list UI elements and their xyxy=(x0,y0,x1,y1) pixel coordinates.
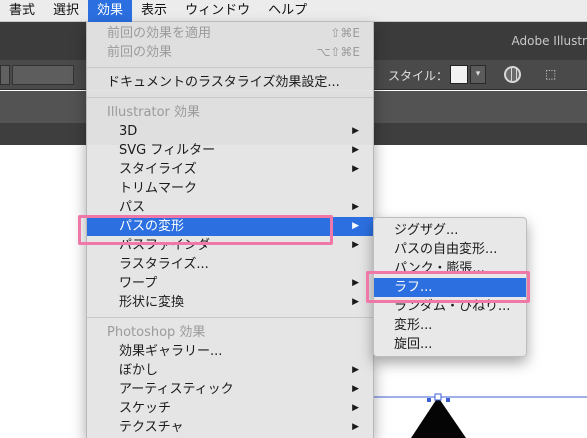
menu-item-warp[interactable]: ワープ ▶ xyxy=(87,274,373,293)
transform-icon[interactable]: ⬚ xyxy=(545,67,556,81)
app-title: Adobe Illustr xyxy=(511,34,587,48)
submenu-arrow-icon: ▶ xyxy=(352,384,359,394)
menu-bar-item-format[interactable]: 書式 xyxy=(0,0,44,22)
submenu-arrow-icon: ▶ xyxy=(352,240,359,250)
submenu-arrow-icon: ▶ xyxy=(352,365,359,375)
menu-item-label: ラスタライズ... xyxy=(119,257,209,272)
submenu-arrow-icon: ▶ xyxy=(352,145,359,155)
shortcut: ⇧⌘E xyxy=(330,26,360,40)
menu-item-crop-marks[interactable]: トリムマーク xyxy=(87,179,373,198)
effect-menu: 前回の効果を適用 ⇧⌘E 前回の効果 ⌥⇧⌘E ドキュメントのラスタライズ効果設… xyxy=(86,22,374,438)
submenu-arrow-icon: ▶ xyxy=(352,278,359,288)
menu-separator xyxy=(87,317,373,318)
menu-item-label: パスの変形 xyxy=(119,219,185,234)
menu-item-label: 3D xyxy=(119,124,138,139)
menu-item-label: ワープ xyxy=(119,276,158,291)
submenu-item-transform[interactable]: 変形... xyxy=(374,316,526,335)
menu-item-label: スタイライズ xyxy=(119,162,197,177)
menu-item-pathfinder[interactable]: パスファインダー ▶ xyxy=(87,236,373,255)
menu-item-label: スケッチ xyxy=(119,401,172,416)
menu-separator xyxy=(87,97,373,98)
menu-item-path[interactable]: パス ▶ xyxy=(87,198,373,217)
menu-bar-item-help[interactable]: ヘルプ xyxy=(259,0,316,22)
style-swatch[interactable] xyxy=(450,65,468,84)
menu-item-texture[interactable]: テクスチャ ▶ xyxy=(87,418,373,437)
menu-item-distort-transform[interactable]: パスの変形 ▶ xyxy=(87,217,373,236)
menu-bar: 書式 選択 効果 表示 ウィンドウ ヘルプ xyxy=(0,0,587,22)
menu-item-label: パスファインダー xyxy=(119,238,224,253)
menu-bar-item-select[interactable]: 選択 xyxy=(44,0,88,22)
menu-item-label: パス xyxy=(119,200,146,215)
menu-item-label: テクスチャ xyxy=(119,420,184,435)
control-field[interactable] xyxy=(12,65,74,85)
menu-bar-item-view[interactable]: 表示 xyxy=(132,0,176,22)
menu-item-label: ぼかし xyxy=(119,363,159,378)
submenu-arrow-icon: ▶ xyxy=(352,297,359,307)
menu-item-document-raster-settings[interactable]: ドキュメントのラスタライズ効果設定... xyxy=(87,73,373,92)
submenu-item-pucker-bloat[interactable]: パンク・膨張... xyxy=(374,259,526,278)
menu-item-label: ドキュメントのラスタライズ効果設定... xyxy=(107,75,340,90)
distort-transform-submenu: ジグザグ... パスの自由変形... パンク・膨張... ラフ... ランダム・… xyxy=(373,217,527,357)
submenu-arrow-icon: ▶ xyxy=(352,403,359,413)
menu-item-sketch[interactable]: スケッチ ▶ xyxy=(87,399,373,418)
menu-bar-item-effect[interactable]: 効果 xyxy=(88,0,133,22)
submenu-arrow-icon: ▶ xyxy=(352,202,359,212)
menu-item-effect-gallery[interactable]: 効果ギャラリー... xyxy=(87,342,373,361)
chevron-down-icon[interactable]: ▾ xyxy=(470,65,486,84)
submenu-arrow-icon: ▶ xyxy=(352,422,359,432)
menu-item-artistic[interactable]: アーティスティック ▶ xyxy=(87,380,373,399)
submenu-item-roughen[interactable]: ラフ... xyxy=(374,278,526,297)
submenu-arrow-icon: ▶ xyxy=(352,164,359,174)
menu-item-label: SVG フィルター xyxy=(119,143,216,158)
submenu-arrow-icon: ▶ xyxy=(352,221,359,231)
menu-item-last-effect[interactable]: 前回の効果 ⌥⇧⌘E xyxy=(87,43,373,62)
submenu-item-tweak[interactable]: ランダム・ひねり... xyxy=(374,297,526,316)
menu-item-label: トリムマーク xyxy=(119,181,198,196)
menu-item-label: アーティスティック xyxy=(119,382,234,397)
submenu-arrow-icon: ▶ xyxy=(352,126,359,136)
menu-item-label: 形状に変換 xyxy=(119,295,185,310)
submenu-item-twist[interactable]: 旋回... xyxy=(374,335,526,354)
menu-item-convert-to-shape[interactable]: 形状に変換 ▶ xyxy=(87,293,373,312)
menu-item-blur[interactable]: ぼかし ▶ xyxy=(87,361,373,380)
menu-item-apply-last-effect[interactable]: 前回の効果を適用 ⇧⌘E xyxy=(87,24,373,43)
menu-item-stylize[interactable]: スタイライズ ▶ xyxy=(87,160,373,179)
style-label: スタイル： xyxy=(388,69,449,83)
section-header-photoshop: Photoshop 効果 xyxy=(107,325,206,340)
menu-separator xyxy=(87,67,373,68)
menu-bar-item-window[interactable]: ウィンドウ xyxy=(176,0,259,22)
menu-item-label: 前回の効果を適用 xyxy=(107,26,212,41)
control-left-handle[interactable] xyxy=(0,65,10,85)
menu-item-rasterize[interactable]: ラスタライズ... xyxy=(87,255,373,274)
menu-item-label: 前回の効果 xyxy=(107,45,173,60)
submenu-item-zigzag[interactable]: ジグザグ... xyxy=(374,221,526,240)
globe-icon[interactable] xyxy=(504,66,521,83)
menu-item-svg-filter[interactable]: SVG フィルター ▶ xyxy=(87,141,373,160)
submenu-item-free-distort[interactable]: パスの自由変形... xyxy=(374,240,526,259)
menu-item-3d[interactable]: 3D ▶ xyxy=(87,122,373,141)
section-header-illustrator: Illustrator 効果 xyxy=(107,105,201,120)
shortcut: ⌥⇧⌘E xyxy=(316,45,360,59)
menu-item-label: 効果ギャラリー... xyxy=(119,344,223,359)
